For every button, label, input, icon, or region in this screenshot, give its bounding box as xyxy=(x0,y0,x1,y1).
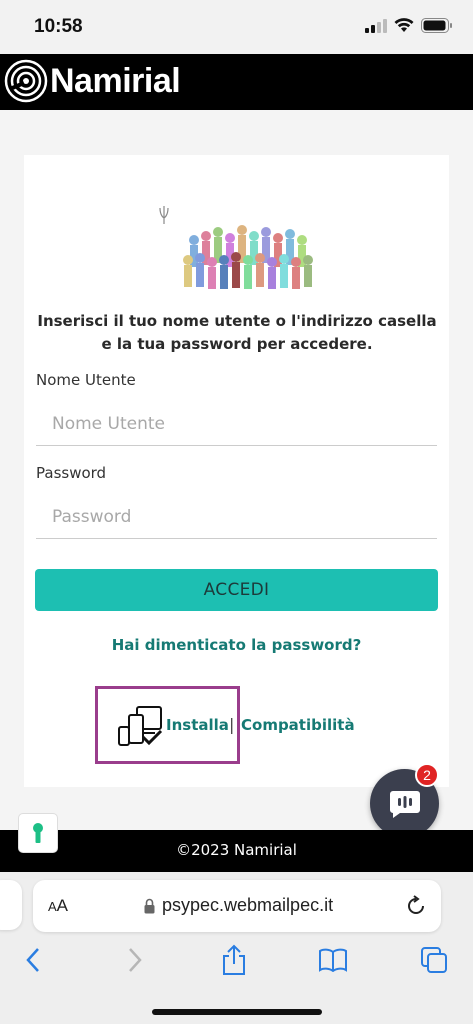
psi-icon xyxy=(159,206,169,224)
install-link[interactable]: Installa xyxy=(166,716,229,734)
battery-icon xyxy=(421,18,452,33)
lock-icon xyxy=(144,898,155,914)
login-instructions: Inserisci il tuo nome utente o l'indiriz… xyxy=(37,312,437,353)
organization-logo xyxy=(159,206,313,289)
home-indicator xyxy=(152,1009,322,1015)
site-footer: ©2023 Namirial xyxy=(0,830,473,872)
namirial-logo[interactable]: Namirial xyxy=(4,59,181,103)
username-label: Nome Utente xyxy=(36,371,136,389)
wifi-icon xyxy=(394,18,414,32)
tabs-button[interactable] xyxy=(418,944,450,976)
share-button[interactable] xyxy=(218,944,250,976)
keyhole-icon xyxy=(33,823,43,843)
link-separator: | xyxy=(229,715,235,734)
username-input[interactable] xyxy=(36,402,437,446)
previous-tab-preview[interactable] xyxy=(0,880,22,930)
devices-check-icon[interactable] xyxy=(117,705,165,749)
status-icons xyxy=(365,18,453,33)
book-icon xyxy=(319,948,347,972)
chat-notification-badge: 2 xyxy=(415,763,439,787)
forward-button[interactable] xyxy=(119,944,151,976)
site-header: Namirial xyxy=(0,54,473,110)
password-input[interactable] xyxy=(36,495,437,539)
signal-icon xyxy=(365,18,387,33)
password-label: Password xyxy=(36,464,107,482)
chevron-left-icon xyxy=(26,948,39,972)
bookmarks-button[interactable] xyxy=(317,944,349,976)
status-bar: 10:58 xyxy=(0,0,473,54)
namirial-logo-icon xyxy=(4,59,48,103)
back-button[interactable] xyxy=(17,944,49,976)
chat-icon xyxy=(389,790,420,818)
reload-icon[interactable] xyxy=(405,895,427,917)
login-submit-button[interactable]: ACCEDI xyxy=(35,569,438,611)
compatibility-link[interactable]: Compatibilità xyxy=(241,716,355,734)
brand-name: Namirial xyxy=(50,61,181,100)
password-manager-button[interactable] xyxy=(18,813,58,853)
url-text: psypec.webmailpec.it xyxy=(162,895,334,915)
chevron-right-icon xyxy=(129,948,142,972)
forgot-password-link[interactable]: Hai dimenticato la password? xyxy=(24,636,449,654)
status-time: 10:58 xyxy=(34,16,83,37)
page-settings-button[interactable]: AA xyxy=(48,896,68,916)
tabs-icon xyxy=(421,947,447,973)
share-icon xyxy=(223,944,245,975)
copyright-text: ©2023 Namirial xyxy=(176,841,297,859)
